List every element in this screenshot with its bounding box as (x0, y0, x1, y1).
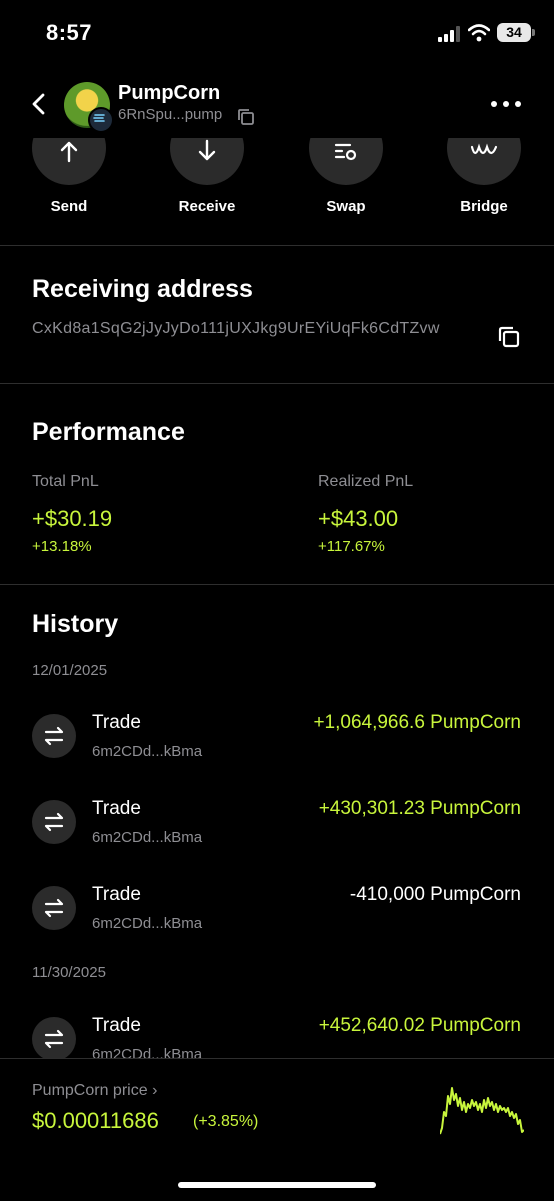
realized-pnl-value: +$43.00 (318, 506, 399, 531)
token-address: 6RnSpu...pump (118, 106, 223, 123)
swap-label[interactable]: Swap (291, 198, 401, 215)
receiving-address-title: Receiving address (32, 275, 253, 303)
history-date: 11/30/2025 (32, 964, 106, 981)
total-pnl-value: +$30.19 (32, 506, 113, 531)
wifi-icon (468, 24, 490, 42)
divider (0, 245, 554, 246)
arrow-up-icon (60, 141, 78, 163)
home-indicator[interactable] (178, 1182, 376, 1188)
transaction-amount: +430,301.23 PumpCorn (318, 798, 521, 819)
divider (0, 584, 554, 585)
bridge-label[interactable]: Bridge (429, 198, 539, 215)
performance-title: Performance (32, 418, 185, 446)
back-chevron-icon[interactable] (30, 93, 48, 115)
transaction-amount: -410,000 PumpCorn (349, 884, 521, 905)
receive-label[interactable]: Receive (152, 198, 262, 215)
transaction-title[interactable]: Trade (92, 798, 141, 820)
price-change: (+3.85%) (193, 1113, 259, 1130)
copy-address-icon[interactable] (498, 326, 520, 348)
trade-icon (32, 1017, 76, 1061)
bridge-icon (470, 143, 498, 155)
more-options-icon[interactable] (490, 100, 522, 108)
trade-icon (32, 714, 76, 758)
transaction-amount: +1,064,966.6 PumpCorn (313, 712, 521, 733)
arrow-down-icon (198, 139, 216, 161)
chevron-right-icon: › (152, 1082, 158, 1099)
total-pnl-label: Total PnL (32, 473, 99, 490)
price-value: $0.00011686 (32, 1108, 159, 1133)
transaction-title[interactable]: Trade (92, 884, 141, 906)
price-label[interactable]: PumpCorn price › (32, 1082, 157, 1100)
transaction-id: 6m2CDd...kBma (92, 915, 203, 932)
transaction-id: 6m2CDd...kBma (92, 743, 203, 760)
chain-badge-icon (88, 107, 114, 133)
swap-icon (334, 143, 357, 161)
history-title: History (32, 610, 119, 638)
transaction-title[interactable]: Trade (92, 712, 141, 734)
transaction-id: 6m2CDd...kBma (92, 829, 203, 846)
divider (0, 383, 554, 384)
token-name: PumpCorn (118, 82, 221, 104)
copy-icon[interactable] (237, 108, 255, 126)
realized-pnl-percent: +117.67% (318, 538, 385, 555)
receiving-address-value: CxKd8a1SqG2jJyJyDo111jUXJkg9UrEYiUqFk6Cd… (32, 320, 440, 337)
price-sparkline (440, 1087, 524, 1135)
battery-tip (532, 29, 535, 36)
send-label[interactable]: Send (14, 198, 124, 215)
transaction-amount: +452,640.02 PumpCorn (318, 1015, 521, 1036)
history-date: 12/01/2025 (32, 662, 108, 679)
status-time-top: 8:57 (46, 20, 93, 45)
cellular-signal-icon (438, 26, 460, 42)
battery-indicator: 34 (497, 23, 531, 42)
trade-icon (32, 800, 76, 844)
realized-pnl-label: Realized PnL (318, 473, 414, 490)
transaction-title[interactable]: Trade (92, 1015, 141, 1037)
total-pnl-percent: +13.18% (32, 538, 92, 555)
trade-icon (32, 886, 76, 930)
